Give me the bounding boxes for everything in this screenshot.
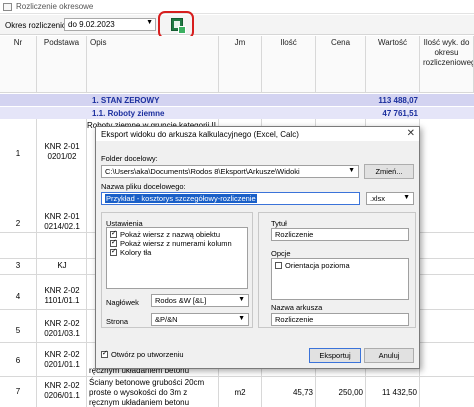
row4-nr: 4 — [15, 292, 21, 301]
column-header-nr[interactable]: Nr — [0, 36, 37, 93]
row6-nr: 6 — [15, 356, 21, 365]
row7-opis-line1: Ściany betonowe grubości 20cm — [89, 378, 205, 387]
filename-input[interactable]: Przykład - kosztorys szczegółowy-rozlicz… — [101, 192, 360, 205]
row1-nr: 1 — [15, 149, 21, 158]
header-select[interactable]: Rodos &W [&L] ▼ — [151, 294, 249, 307]
setting-label: Kolory tła — [120, 248, 152, 257]
title-label: Tytuł — [271, 219, 287, 228]
setting-label: Pokaż wiersz z nazwą obiektu — [120, 230, 221, 239]
setting-show-column-numbers[interactable]: Pokaż wiersz z numerami kolumn — [110, 238, 232, 248]
row7-wartosc: 11 432,50 — [382, 388, 417, 397]
toolbar: Okres rozliczeniowy do 9.02.2023 ▼ — [0, 11, 474, 39]
row3-nr: 3 — [15, 261, 21, 270]
options-checklist[interactable]: Orientacja pozioma — [271, 258, 409, 300]
stage-name: 1. STAN ZEROWY — [92, 96, 160, 105]
row5-nr: 5 — [15, 326, 21, 335]
group-value: 47 761,51 — [382, 109, 418, 118]
window-icon — [3, 3, 12, 11]
chevron-down-icon: ▼ — [403, 194, 410, 201]
row7-ilosc: 45,73 — [292, 388, 313, 397]
row1-podstawa: KNR 2-01 0201/02 — [44, 142, 80, 161]
row4-podstawa: KNR 2-02 1101/01.1 — [44, 286, 80, 305]
dialog-title: Eksport widoku do arkusza kalkulacyjnego… — [101, 130, 299, 139]
cancel-button[interactable]: Anuluj — [364, 348, 414, 363]
open-after-checkbox[interactable]: Otwórz po utworzeniu — [101, 349, 184, 359]
folder-input[interactable]: C:\Users\aka\Documents\Rodos 8\Eksport\A… — [101, 165, 359, 178]
row5-podstawa: KNR 2-02 0201/03.1 — [44, 319, 80, 338]
row7-nr: 7 — [15, 387, 21, 396]
column-header-ilosc-okres[interactable]: Ilość wyk. do okresu rozliczeniowego — [420, 36, 474, 93]
checkbox-checked-icon — [110, 229, 117, 238]
chevron-down-icon: ▼ — [348, 167, 355, 174]
chevron-down-icon: ▼ — [146, 19, 153, 26]
row2-podstawa: KNR 2-01 0214/02.1 — [44, 212, 80, 231]
row3-podstawa: KJ — [57, 261, 67, 270]
export-button[interactable]: Eksportuj — [309, 348, 361, 363]
filename-value: Przykład - kosztorys szczegółowy-rozlicz… — [105, 194, 257, 203]
chevron-down-icon: ▼ — [238, 315, 245, 322]
header-label: Nagłówek — [106, 298, 139, 307]
title-value: Rozliczenie — [275, 230, 314, 239]
row7-opis-line2: proste o wysokości do 3m z — [89, 388, 188, 397]
column-header-cena[interactable]: Cena — [316, 36, 366, 93]
stage-value: 113 488,07 — [378, 96, 418, 105]
options-label: Opcje — [271, 249, 291, 258]
option-landscape[interactable]: Orientacja pozioma — [275, 261, 350, 270]
group-name: 1.1. Roboty ziemne — [92, 109, 165, 118]
page-select[interactable]: &P/&N ▼ — [151, 313, 249, 326]
column-rule — [86, 119, 87, 407]
folder-label: Folder docelowy: — [101, 154, 158, 163]
page-label: Strona — [106, 317, 129, 326]
open-after-label: Otwórz po utworzeniu — [111, 350, 184, 359]
row7-cena: 250,00 — [338, 388, 363, 397]
checkbox-unchecked-icon — [275, 261, 282, 269]
column-header-ilosc[interactable]: Ilość — [262, 36, 316, 93]
row6-podstawa: KNR 2-02 0201/01.1 — [44, 350, 80, 369]
row-rule — [0, 376, 474, 377]
filename-label: Nazwa pliku docelowego: — [101, 182, 186, 191]
column-header-opis[interactable]: Opis — [87, 36, 219, 93]
column-header-jm[interactable]: Jm — [219, 36, 262, 93]
column-rule — [36, 119, 37, 407]
checkbox-checked-icon — [110, 238, 117, 247]
window-title-bar: Rozliczenie okresowe — [0, 0, 474, 14]
page-value: &P/&N — [155, 315, 178, 324]
sheet-value: Rozliczenie — [275, 315, 314, 324]
export-to-excel-button[interactable] — [158, 11, 194, 39]
column-header-podstawa[interactable]: Podstawa — [37, 36, 87, 93]
setting-show-object-row[interactable]: Pokaż wiersz z nazwą obiektu — [110, 229, 221, 239]
period-value: do 9.02.2023 — [68, 20, 115, 29]
checkbox-checked-icon — [101, 349, 108, 358]
extension-value: .xlsx — [370, 194, 385, 203]
row7-opis-line3: ręcznym układaniem betonu — [89, 398, 190, 407]
extension-select[interactable]: .xlsx ▼ — [366, 192, 414, 205]
title-input[interactable]: Rozliczenie — [271, 228, 409, 241]
settings-checklist[interactable]: Pokaż wiersz z nazwą obiektu Pokaż wiers… — [106, 227, 248, 289]
checkbox-checked-icon — [110, 247, 117, 256]
excel-export-icon — [171, 18, 186, 34]
option-label: Orientacja pozioma — [285, 261, 350, 270]
sheet-input[interactable]: Rozliczenie — [271, 313, 409, 326]
setting-background-colors[interactable]: Kolory tła — [110, 247, 152, 257]
header-value: Rodos &W [&L] — [155, 296, 207, 305]
close-icon[interactable]: ✕ — [407, 128, 415, 139]
change-folder-button[interactable]: Zmień... — [364, 164, 414, 179]
row7-jm: m2 — [234, 388, 246, 397]
dialog-title-bar: Eksport widoku do arkusza kalkulacyjnego… — [96, 127, 419, 141]
sheet-label: Nazwa arkusza — [271, 303, 323, 312]
row7-podstawa: KNR 2-02 0206/01.1 — [44, 381, 80, 400]
export-dialog: Eksport widoku do arkusza kalkulacyjnego… — [95, 126, 420, 369]
row2-nr: 2 — [15, 219, 21, 228]
period-select[interactable]: do 9.02.2023 ▼ — [64, 18, 156, 31]
column-header-wartosc[interactable]: Wartość — [366, 36, 420, 93]
window-title: Rozliczenie okresowe — [16, 2, 94, 11]
chevron-down-icon: ▼ — [238, 296, 245, 303]
setting-label: Pokaż wiersz z numerami kolumn — [120, 239, 232, 248]
folder-value: C:\Users\aka\Documents\Rodos 8\Eksport\A… — [105, 167, 300, 176]
